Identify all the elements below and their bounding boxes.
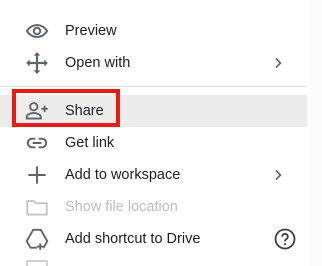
menu-item-label: Share: [65, 103, 104, 119]
menu-item-label: Preview: [65, 23, 117, 39]
menu-divider: [0, 86, 307, 87]
move-arrows-icon: [24, 50, 50, 76]
menu-item-show-file-location: Show file location: [0, 191, 307, 223]
menu-item-label: Add to workspace: [65, 167, 181, 183]
add-to-drive-icon: [24, 226, 50, 252]
menu-item-label: Get link: [65, 135, 115, 151]
chevron-right-icon: [272, 56, 284, 70]
help-icon[interactable]: [273, 227, 297, 251]
plus-icon: [24, 162, 50, 188]
menu-item-label: Show file location: [65, 199, 178, 215]
folder-icon: [24, 194, 50, 220]
menu-item-get-link[interactable]: Get link: [0, 127, 307, 159]
eye-icon: [24, 18, 50, 44]
menu-item-add-to-workspace[interactable]: Add to workspace: [0, 159, 307, 191]
chevron-right-icon: [272, 168, 284, 182]
menu-item-add-shortcut[interactable]: Add shortcut to Drive: [0, 223, 307, 255]
menu-item-share[interactable]: Share: [0, 95, 307, 127]
scrollbar[interactable]: [311, 0, 322, 266]
context-menu: Preview Open with Share Get link Add to …: [0, 0, 322, 266]
menu-item-label: Open with: [65, 55, 131, 71]
link-icon: [24, 130, 50, 156]
menu-item-open-with[interactable]: Open with: [0, 47, 307, 79]
partial-folder-icon: [26, 260, 48, 266]
menu-item-preview[interactable]: Preview: [0, 15, 307, 47]
person-add-icon: [24, 98, 50, 124]
menu-item-label: Add shortcut to Drive: [65, 231, 201, 247]
